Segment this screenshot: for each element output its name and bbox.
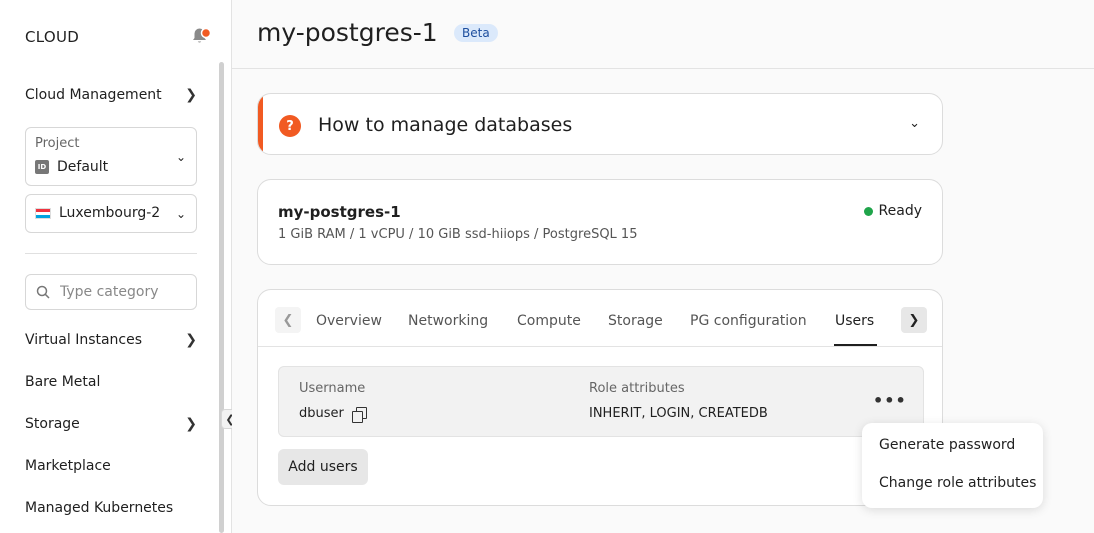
- role-attributes-cell: INHERIT, LOGIN, CREATEDB: [589, 406, 768, 421]
- sidebar-item-label: Bare Metal: [25, 374, 101, 390]
- how-to-title: How to manage databases: [318, 114, 573, 136]
- sidebar-item-label: Managed Kubernetes: [25, 500, 174, 516]
- sidebar-scrollbar[interactable]: [219, 62, 224, 533]
- search-icon: [36, 285, 50, 299]
- role-attributes-header: Role attributes: [589, 381, 685, 396]
- username-header: Username: [299, 381, 366, 396]
- table-row: Username dbuser Role attributes INHERIT,…: [278, 366, 924, 437]
- sidebar-item-managed-kubernetes[interactable]: Managed Kubernetes: [25, 500, 197, 516]
- how-to-panel[interactable]: ? How to manage databases ⌄: [257, 93, 943, 155]
- category-search[interactable]: [25, 274, 197, 310]
- tab-scroll-right-button[interactable]: ❯: [901, 307, 927, 333]
- page-header: my-postgres-1 Beta: [232, 0, 1094, 69]
- luxembourg-flag-icon: [35, 207, 51, 219]
- tab-overview[interactable]: Overview: [316, 313, 382, 329]
- region-value: Luxembourg-2: [35, 205, 160, 221]
- username-cell: dbuser: [299, 406, 367, 423]
- project-name: Default: [57, 159, 109, 175]
- database-spec: 1 GiB RAM / 1 vCPU / 10 GiB ssd-hiiops /…: [278, 227, 638, 242]
- sidebar: CLOUD Cloud Management ❯ Project ID Defa…: [0, 0, 232, 533]
- region-name: Luxembourg-2: [59, 205, 161, 221]
- more-actions-icon[interactable]: •••: [873, 391, 907, 410]
- tab-compute[interactable]: Compute: [517, 313, 581, 329]
- page-title: my-postgres-1: [257, 18, 438, 47]
- question-icon: ?: [279, 115, 301, 137]
- chevron-down-icon: ⌄: [175, 150, 186, 164]
- tab-bar: ❮ Overview Networking Compute Storage PG…: [258, 290, 942, 347]
- generate-password-menu-item[interactable]: Generate password: [879, 437, 1015, 453]
- project-select[interactable]: Project ID Default ⌄: [25, 127, 197, 186]
- database-info-card: my-postgres-1 1 GiB RAM / 1 vCPU / 10 Gi…: [257, 179, 943, 265]
- tab-scroll-left-button[interactable]: ❮: [275, 307, 301, 333]
- sidebar-item-storage[interactable]: Storage ❯: [25, 416, 197, 432]
- chevron-right-icon: ❯: [185, 87, 197, 103]
- chevron-right-icon: ❯: [185, 332, 197, 348]
- sidebar-item-cloud-management[interactable]: Cloud Management ❯: [25, 87, 197, 103]
- region-select[interactable]: Luxembourg-2 ⌄: [25, 194, 197, 233]
- sidebar-item-label: Marketplace: [25, 458, 111, 474]
- copy-icon[interactable]: [351, 406, 367, 423]
- username-value: dbuser: [299, 406, 344, 421]
- status-text: Ready: [878, 203, 922, 219]
- database-name: my-postgres-1: [278, 203, 401, 221]
- tab-storage[interactable]: Storage: [608, 313, 663, 329]
- change-role-attributes-menu-item[interactable]: Change role attributes: [879, 475, 1036, 491]
- tabs-card: ❮ Overview Networking Compute Storage PG…: [257, 289, 943, 506]
- chevron-down-icon[interactable]: ⌄: [909, 116, 920, 131]
- brand-logo[interactable]: CLOUD: [25, 28, 79, 46]
- sidebar-item-label: Storage: [25, 416, 80, 432]
- id-badge-icon: ID: [35, 160, 49, 174]
- tab-networking[interactable]: Networking: [408, 313, 488, 329]
- sidebar-divider: [25, 253, 197, 254]
- project-label: Project: [35, 136, 80, 151]
- active-tab-indicator: [834, 344, 877, 346]
- chevron-down-icon: ⌄: [175, 207, 186, 221]
- sidebar-item-virtual-instances[interactable]: Virtual Instances ❯: [25, 332, 197, 348]
- tab-users[interactable]: Users: [835, 313, 874, 329]
- tab-pg-configuration[interactable]: PG configuration: [690, 313, 807, 329]
- accent-bar: [258, 94, 263, 154]
- chevron-right-icon: ❯: [908, 312, 920, 328]
- status-dot-icon: [863, 206, 873, 216]
- add-users-button[interactable]: Add users: [278, 449, 368, 485]
- sidebar-item-bare-metal[interactable]: Bare Metal: [25, 374, 197, 390]
- project-value: ID Default: [35, 159, 108, 175]
- beta-badge: Beta: [454, 24, 498, 42]
- chevron-left-icon: ❮: [282, 312, 294, 328]
- search-input[interactable]: [60, 284, 180, 300]
- sidebar-item-marketplace[interactable]: Marketplace: [25, 458, 197, 474]
- status-badge: Ready: [863, 203, 922, 219]
- chevron-right-icon: ❯: [185, 416, 197, 432]
- user-actions-menu: Generate password Change role attributes: [862, 423, 1043, 508]
- sidebar-item-label: Cloud Management: [25, 87, 162, 103]
- notification-bell-icon[interactable]: [190, 25, 212, 45]
- sidebar-item-label: Virtual Instances: [25, 332, 143, 348]
